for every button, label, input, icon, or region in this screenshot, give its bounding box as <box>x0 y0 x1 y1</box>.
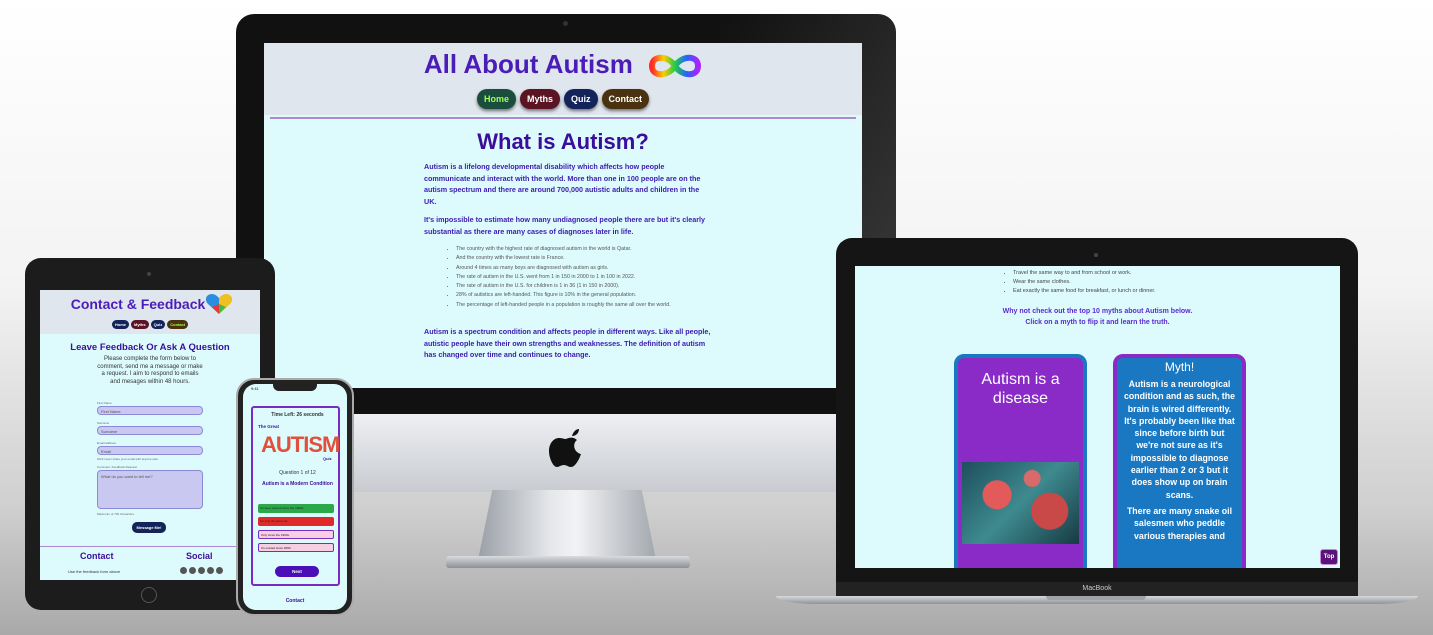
ipad-footer: Contact Social Use the feedback form abo… <box>40 546 260 580</box>
routine-list: Travel the same way to and from school o… <box>1005 269 1265 296</box>
answer-option[interactable]: It's existed since 1890. <box>258 543 334 552</box>
virus-image <box>962 462 1079 544</box>
footer-contact-text: Use the feedback form above <box>68 569 121 574</box>
nav-contact[interactable]: Contact <box>601 89 650 109</box>
surname-field[interactable]: Surname <box>97 426 203 435</box>
undiagnosed-paragraph: It's impossible to estimate how many und… <box>424 215 706 236</box>
list-item: Eat exactly the same food for breakfast,… <box>1013 287 1265 296</box>
list-item: The rate of autism in the U.S. went from… <box>456 273 710 282</box>
list-item: The percentage of left-handed people in … <box>456 301 710 310</box>
list-item: Travel the same way to and from school o… <box>1013 269 1265 278</box>
macbook-camera <box>1094 253 1098 257</box>
imac-stand <box>478 490 656 560</box>
footer-contact-heading: Contact <box>80 551 114 561</box>
imac-stand-foot <box>446 556 690 568</box>
first-name-label: First Name <box>97 401 112 405</box>
ipad-header: Contact & Feedback Home Myths Quiz Conta… <box>40 290 260 334</box>
spectrum-paragraph: Autism is a spectrum condition and affec… <box>424 327 711 359</box>
puzzle-heart-icon <box>205 294 233 314</box>
message-label: Comment, Feedback Request <box>97 465 137 469</box>
linkedin-icon[interactable] <box>216 567 223 574</box>
site-header: All About Autism Home Myths Quiz Contact <box>264 43 862 115</box>
myth-card-title: Autism is a disease <box>981 371 1060 407</box>
ipad-nav: Home Myths Quiz Contact <box>40 320 260 329</box>
question-text: Autism is a Modern Condition <box>262 481 333 487</box>
site-title-text: All About Autism <box>423 49 633 79</box>
imac-camera <box>563 21 568 26</box>
myth-card-paragraph: There are many snake oil salesmen who pe… <box>1126 505 1233 541</box>
infinity-logo-icon <box>649 54 702 78</box>
nav-contact[interactable]: Contact <box>167 320 189 329</box>
quiz-logo-text: AUTISM <box>261 432 340 457</box>
myths-intro: Why not check out the top 10 myths about… <box>855 306 1340 328</box>
footer-social-heading: Social <box>186 551 213 561</box>
list-item: Around 4 times as many boys are diagnose… <box>456 264 710 273</box>
nav-quiz[interactable]: Quiz <box>564 89 598 109</box>
list-item: The rate of autism in the U.S. for child… <box>456 282 710 291</box>
quiz-container: Time Left: 26 seconds The Great AUTISM Q… <box>251 406 340 586</box>
quiz-timer: Time Left: 26 seconds <box>271 412 324 418</box>
macbook-brand-label: MacBook <box>836 582 1358 596</box>
back-to-top-button[interactable]: Top <box>1320 549 1338 565</box>
myth-card-front[interactable]: Autism is a disease <box>954 354 1087 568</box>
main-nav: Home Myths Quiz Contact <box>264 89 862 109</box>
submit-button[interactable]: Message Me! <box>132 522 166 533</box>
next-button[interactable]: Next <box>275 566 319 577</box>
site-title: All About Autism <box>264 49 862 83</box>
answer-option[interactable]: It's only 40 years old. <box>258 517 334 526</box>
answer-option[interactable]: Only since the 1960s. <box>258 530 334 539</box>
iphone-screen: 9:41 Time Left: 26 seconds The Great AUT… <box>243 384 347 610</box>
apple-logo-icon <box>549 429 581 467</box>
content-section: What is Autism? Autism is a lifelong dev… <box>270 117 856 388</box>
youtube-icon[interactable] <box>207 567 214 574</box>
imac-screen: All About Autism Home Myths Quiz Contact… <box>264 43 862 388</box>
macbook-notch <box>1046 596 1146 600</box>
facts-list: The country with the highest rate of dia… <box>450 245 710 310</box>
myths-intro-line2: Click on a myth to flip it and learn the… <box>1025 319 1170 326</box>
iphone-footer-contact: Contact <box>285 598 305 604</box>
macbook-screen: Travel the same way to and from school o… <box>855 266 1340 568</box>
list-item: And the country with the lowest rate is … <box>456 254 710 263</box>
quiz-logo-quiz: Quiz <box>323 456 332 461</box>
myth-card-back-title: Myth! <box>1164 360 1195 374</box>
ipad-camera <box>147 272 151 276</box>
quiz-logo-the-great: The Great <box>258 424 280 429</box>
ipad-home-button <box>141 587 157 603</box>
form-heading: Leave Feedback Or Ask A Question <box>70 342 230 353</box>
email-field[interactable]: Email <box>97 446 203 455</box>
nav-home[interactable]: Home <box>111 320 129 329</box>
ipad-screen: Contact & Feedback Home Myths Quiz Conta… <box>40 290 260 580</box>
myths-intro-line1: Why not check out the top 10 myths about… <box>1002 308 1193 315</box>
quiz-logo: AUTISM <box>261 432 340 458</box>
form-intro: Please complete the form below to commen… <box>97 356 203 385</box>
nav-home[interactable]: Home <box>476 89 516 109</box>
twitter-icon[interactable] <box>189 567 196 574</box>
intro-paragraph: Autism is a lifelong developmental disab… <box>424 162 701 206</box>
instagram-icon[interactable] <box>198 567 205 574</box>
answer-option[interactable]: It's been around since the 1940s. <box>258 504 334 513</box>
nav-myths[interactable]: Myths <box>520 89 561 109</box>
char-limit-note: Maximum of 700 characters <box>97 512 135 516</box>
list-item: The country with the highest rate of dia… <box>456 245 710 254</box>
nav-quiz[interactable]: Quiz <box>150 320 166 329</box>
nav-myths[interactable]: Myths <box>131 320 149 329</box>
myth-card-back[interactable]: Myth! Autism is a neurological condition… <box>1113 354 1246 568</box>
social-icons <box>180 567 223 574</box>
email-note: We'll never share your email with anyone… <box>97 457 159 461</box>
first-name-field[interactable]: First Name <box>97 406 203 415</box>
myth-card-back-text: Autism is a neurological condition and a… <box>1123 378 1236 542</box>
status-time: 9:41 <box>251 386 259 391</box>
iphone-notch <box>273 384 317 391</box>
question-number: Question 1 of 12 <box>279 470 316 476</box>
list-item: 28% of autistics are left-handed. This f… <box>456 291 710 300</box>
surname-label: Surname <box>97 421 110 425</box>
list-item: Wear the same clothes. <box>1013 278 1265 287</box>
email-label: Email address <box>97 441 117 445</box>
myth-card-paragraph: Autism is a neurological condition and a… <box>1124 379 1235 500</box>
facebook-icon[interactable] <box>180 567 187 574</box>
message-textarea[interactable]: What do you want to tell me? <box>97 470 203 509</box>
page-heading: What is Autism? <box>477 129 649 154</box>
